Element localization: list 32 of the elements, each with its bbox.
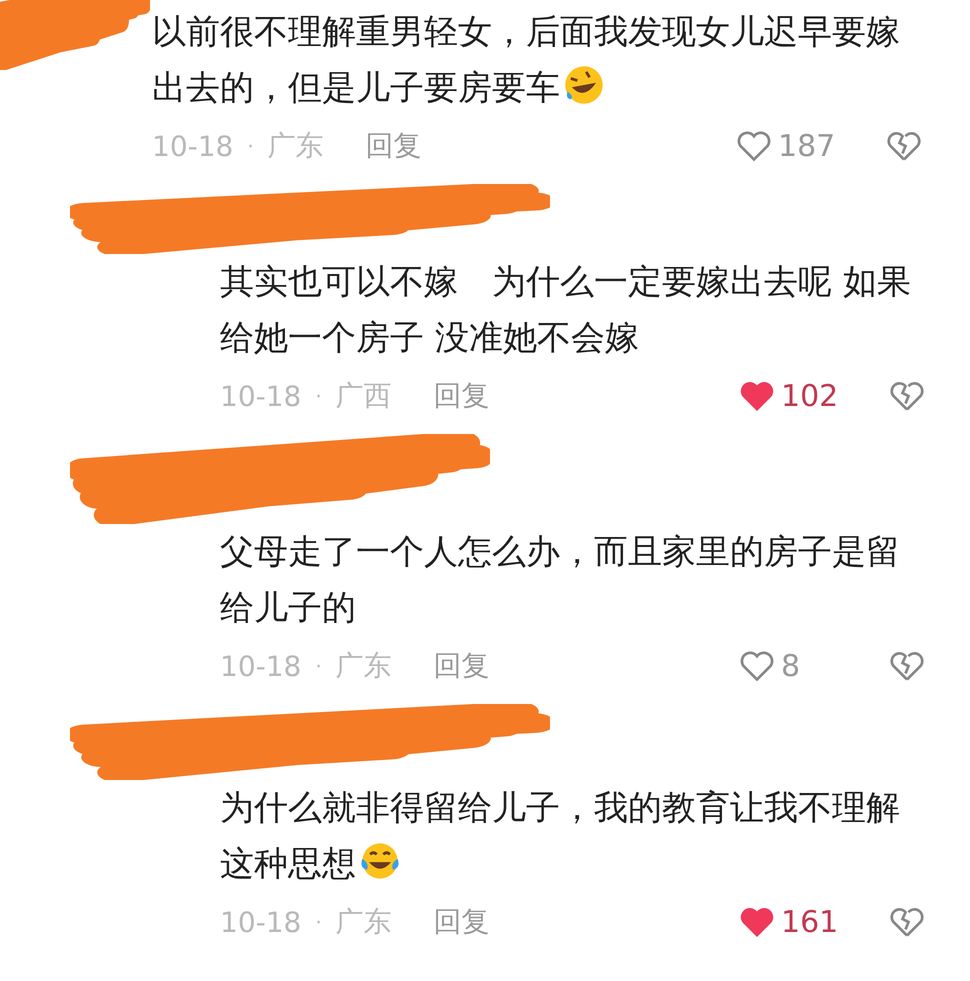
comment-text: 为什么就非得留给儿子，我的教育让我不理解这种思想 bbox=[220, 787, 901, 886]
comment-text: 以前很不理解重男轻女，后面我发现女儿迟早要嫁出去的，但是儿子要房要车 bbox=[152, 11, 901, 110]
broken-heart-icon[interactable] bbox=[889, 905, 925, 939]
like-count: 187 bbox=[778, 128, 836, 164]
comment-region: 广东 bbox=[336, 904, 392, 940]
comment-text: 其实也可以不嫁 为什么一定要嫁出去呢 如果给她一个房子 没准她不会嫁 bbox=[220, 261, 912, 360]
separator-dot: · bbox=[247, 134, 254, 158]
heart-icon[interactable] bbox=[739, 379, 775, 413]
broken-heart-icon[interactable] bbox=[889, 649, 925, 683]
heart-icon[interactable] bbox=[739, 905, 775, 939]
separator-dot: · bbox=[315, 654, 322, 678]
heart-icon[interactable] bbox=[736, 129, 772, 163]
reply-link[interactable]: 回复 bbox=[434, 647, 490, 685]
heart-icon[interactable] bbox=[739, 649, 775, 683]
comment-text: 父母走了一个人怎么办，而且家里的房子是留给儿子的 bbox=[220, 531, 901, 630]
broken-heart-icon[interactable] bbox=[886, 129, 922, 163]
reply-link[interactable]: 回复 bbox=[434, 903, 490, 941]
like-count: 161 bbox=[781, 904, 838, 940]
reply-link[interactable]: 回复 bbox=[434, 377, 490, 415]
reply-link[interactable]: 回复 bbox=[366, 127, 422, 165]
comment-date: 10-18 bbox=[220, 380, 302, 412]
comment-date: 10-18 bbox=[220, 650, 302, 682]
like-count: 8 bbox=[781, 648, 800, 684]
comment-date: 10-18 bbox=[220, 906, 302, 938]
like-count: 102 bbox=[781, 378, 838, 414]
comment-date: 10-18 bbox=[152, 130, 234, 162]
broken-heart-icon[interactable] bbox=[889, 379, 925, 413]
separator-dot: · bbox=[315, 384, 322, 408]
comment-region: 广东 bbox=[336, 648, 392, 684]
comment-region: 广西 bbox=[336, 378, 392, 414]
comment-region: 广东 bbox=[268, 128, 324, 164]
separator-dot: · bbox=[315, 910, 322, 934]
